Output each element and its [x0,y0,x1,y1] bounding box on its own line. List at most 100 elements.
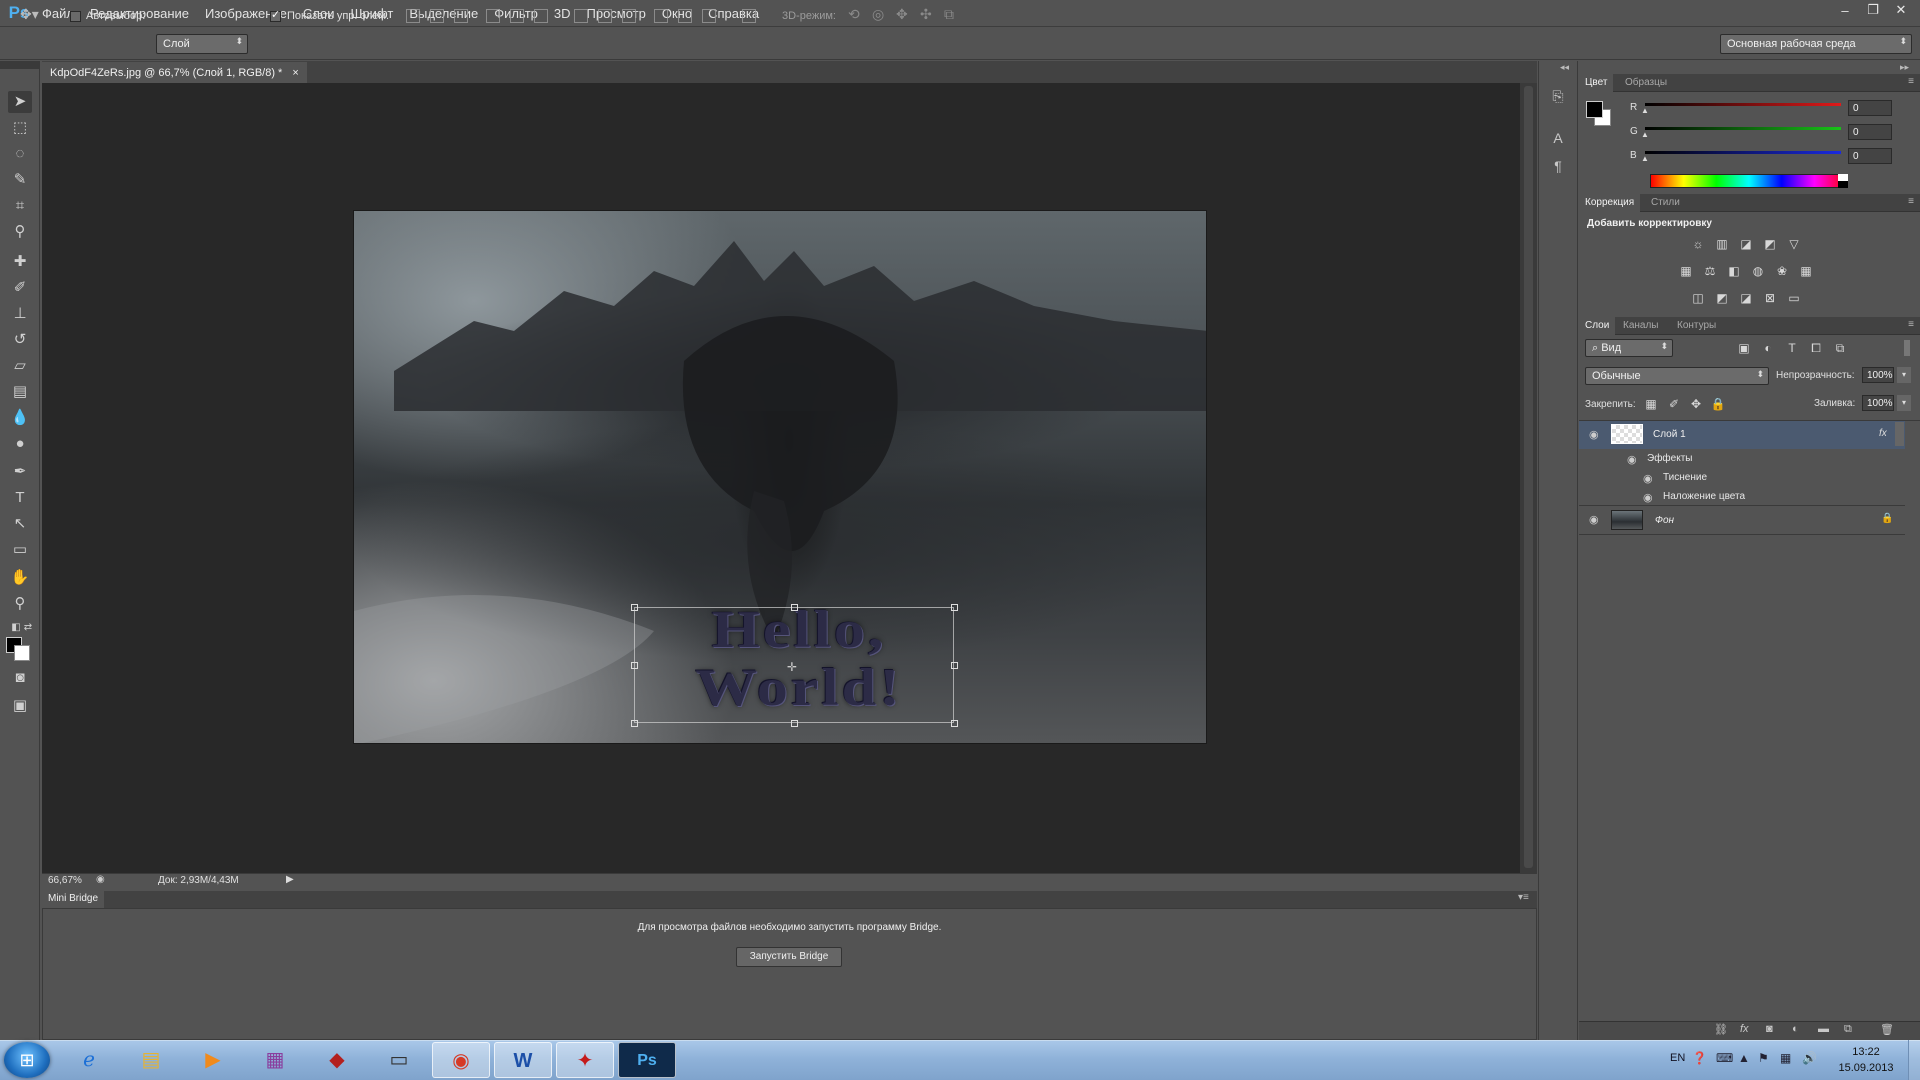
mini-bridge-tab[interactable]: Mini Bridge [42,891,105,908]
pen-tool-icon[interactable]: ✒ [8,461,32,483]
dota2-icon[interactable]: ◆ [308,1042,366,1078]
keyboard-icon[interactable]: ⌨ [1716,1051,1733,1065]
black-white-icon[interactable]: ◧ [1726,264,1742,278]
minimize-button[interactable]: – [1832,1,1858,19]
zoom-tool-icon[interactable]: ⚲ [8,593,32,615]
quick-mask-icon[interactable]: ◙ [8,667,32,689]
action-center-icon[interactable]: ⚑ [1758,1051,1769,1065]
history-brush-tool-icon[interactable]: ↺ [8,329,32,351]
align-top-icon[interactable] [406,9,420,23]
drag-3d-icon[interactable]: ✥ [896,6,908,23]
chevron-down-icon[interactable]: ▾ [1897,367,1911,383]
channel-g-value[interactable]: 0 [1848,124,1892,140]
eye-icon[interactable]: ◉ [1643,491,1653,504]
file-explorer-icon[interactable]: ▤ [122,1042,180,1078]
eyedropper-tool-icon[interactable]: ⚲ [8,221,32,243]
threshold-icon[interactable]: ◪ [1738,291,1754,305]
align-bottom-icon[interactable] [454,9,468,23]
channel-g-track[interactable] [1645,127,1841,130]
autoselect-checkbox[interactable] [70,11,81,22]
eye-icon[interactable]: ◉ [1643,472,1653,485]
word-icon[interactable]: W [494,1042,552,1078]
auto-align-icon[interactable] [742,9,756,23]
align-right-icon[interactable] [534,9,548,23]
clock-date[interactable]: 15.09.2013 [1832,1062,1900,1074]
history-panel-icon[interactable]: ⎘ [1548,88,1568,108]
restore-button[interactable]: ❐ [1860,1,1886,19]
new-layer-icon[interactable]: ⧉ [1844,1023,1852,1036]
document-tab[interactable]: KdpOdF4ZeRs.jpg @ 66,7% (Слой 1, RGB/8) … [42,62,307,83]
brightness-icon[interactable]: ☼ [1690,237,1706,251]
filter-adjustment-icon[interactable]: ◐ [1760,341,1776,355]
posterize-icon[interactable]: ◩ [1714,291,1730,305]
crop-tool-icon[interactable]: ⌗ [8,195,32,217]
layers-scrollbar-thumb[interactable] [1895,422,1904,446]
blur-tool-icon[interactable]: 💧 [8,407,32,429]
channel-r-thumb[interactable]: ▲ [1641,106,1649,115]
roll-3d-icon[interactable]: ◎ [872,6,884,23]
tab-adjustments[interactable]: Коррекция [1579,194,1641,212]
effects-row[interactable]: ◉ Эффекты [1579,449,1905,469]
transform-handle-b[interactable] [791,720,798,727]
add-style-icon[interactable]: fx [1740,1023,1749,1035]
channel-b-value[interactable]: 0 [1848,148,1892,164]
filter-type-icon[interactable]: T [1784,341,1800,355]
transform-handle-tl[interactable] [631,604,638,611]
invert-icon[interactable]: ◫ [1690,291,1706,305]
show-transform-checkbox[interactable] [270,8,281,22]
move-tool-preset-icon[interactable]: ✥▾ [20,6,39,23]
add-mask-icon[interactable]: ◙ [1766,1023,1773,1035]
close-icon[interactable]: × [292,67,298,79]
tab-layers[interactable]: Слои [1579,317,1616,335]
healing-brush-tool-icon[interactable]: ✚ [8,251,32,273]
path-select-tool-icon[interactable]: ↖ [8,513,32,535]
transform-handle-r[interactable] [951,662,958,669]
panel-menu-icon[interactable]: ▾≡ [1518,892,1529,903]
lock-transparency-icon[interactable]: ▦ [1643,397,1659,411]
lasso-tool-icon[interactable]: ◌ [8,143,32,165]
link-layers-icon[interactable]: ⛓ [1714,1023,1728,1036]
channel-r-value[interactable]: 0 [1848,100,1892,116]
layer-row-layer1[interactable]: ◉ Слой 1 fx [1579,421,1905,449]
slide-3d-icon[interactable]: ✣ [920,6,932,23]
distribute-vcenter-icon[interactable] [598,9,612,23]
new-adjustment-icon[interactable]: ◐ [1792,1023,1799,1035]
layer-name[interactable]: Слой 1 [1653,429,1686,440]
shape-tool-icon[interactable]: ▭ [8,539,32,561]
help-icon[interactable]: ❓ [1692,1051,1707,1065]
transform-handle-br[interactable] [951,720,958,727]
network-icon[interactable]: ▦ [1780,1051,1791,1065]
collapse-arrows-icon[interactable]: ◂◂ [1560,62,1569,73]
transform-bounding-box[interactable]: ✛ [631,604,958,727]
filter-shape-icon[interactable]: ⧠ [1808,341,1824,355]
marquee-tool-icon[interactable]: ⬚ [8,117,32,139]
photoshop-taskbar-icon[interactable]: Ps [618,1042,676,1078]
language-indicator[interactable]: EN [1670,1052,1685,1064]
layer-filter-dropdown[interactable]: ⌕ Вид ⬍ [1585,339,1673,357]
distribute-top-icon[interactable] [574,9,588,23]
launch-bridge-button[interactable]: Запустить Bridge [736,947,842,967]
layer-row-background[interactable]: ◉ Фон 🔒 [1579,506,1905,534]
tab-color[interactable]: Цвет [1579,74,1614,92]
new-group-icon[interactable]: ▬ [1818,1023,1829,1035]
clock-time[interactable]: 13:22 [1836,1046,1896,1058]
transform-handle-t[interactable] [791,604,798,611]
eye-icon[interactable]: ◉ [1589,428,1599,441]
transform-handle-l[interactable] [631,662,638,669]
swap-colors-icon[interactable]: ⇄ [16,617,40,639]
distribute-hcenter-icon[interactable] [678,9,692,23]
status-info-icon[interactable]: ◉ [96,874,105,885]
acrobat-icon[interactable]: ✦ [556,1042,614,1078]
autoselect-dropdown[interactable]: Слой ⬍ [156,34,248,54]
tab-paths[interactable]: Контуры [1671,317,1722,335]
rotate-3d-icon[interactable]: ⟲ [848,6,860,23]
dodge-tool-icon[interactable]: ● [8,433,32,455]
filter-toggle[interactable] [1904,340,1910,356]
zoom-level[interactable]: 66,67% [48,875,82,886]
color-spectrum-bar[interactable] [1650,174,1848,188]
clone-stamp-tool-icon[interactable]: ⊥ [8,303,32,325]
distribute-left-icon[interactable] [654,9,668,23]
show-hidden-icons-icon[interactable]: ▲ [1738,1051,1750,1065]
align-vcenter-icon[interactable] [430,9,444,23]
tab-styles[interactable]: Стили [1645,194,1686,212]
